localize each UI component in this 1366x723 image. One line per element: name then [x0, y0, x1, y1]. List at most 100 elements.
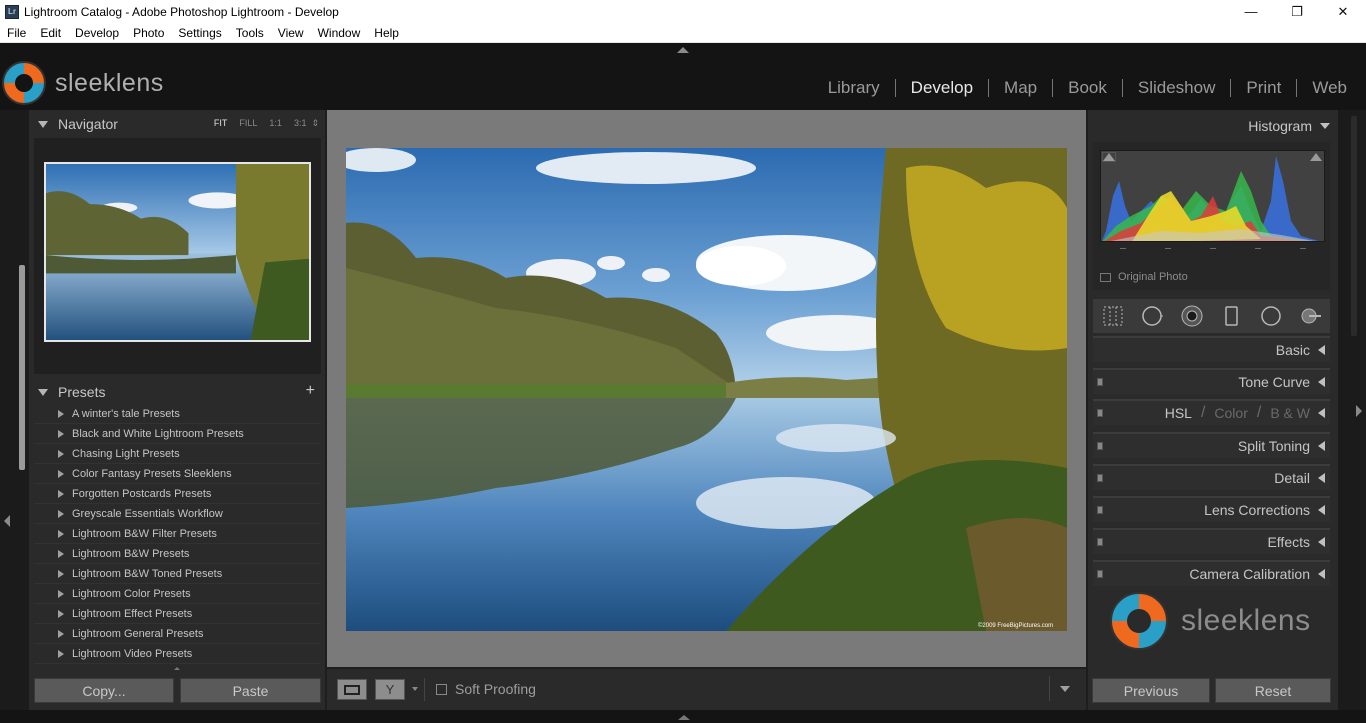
zoom-fit[interactable]: FIT — [214, 118, 228, 129]
bw-tab[interactable]: B & W — [1270, 405, 1310, 421]
soft-proofing-checkbox[interactable] — [436, 684, 447, 695]
toolbar-content-menu[interactable] — [1049, 676, 1079, 701]
expand-triangle-icon — [1318, 345, 1325, 355]
preset-folder[interactable]: Color Fantasy Presets Sleeklens — [34, 464, 321, 484]
close-button[interactable]: ✕ — [1320, 0, 1366, 23]
section-detail[interactable]: Detail — [1093, 464, 1330, 490]
navigator-header[interactable]: Navigator FIT FILL 1:1 3:1 ⇕ — [29, 110, 325, 138]
preset-folder-label: Black and White Lightroom Presets — [72, 427, 244, 440]
photo-watermark: ©2009 FreeBigPictures.com — [978, 622, 1053, 629]
maximize-button[interactable]: ❐ — [1274, 0, 1320, 23]
zoom-fill[interactable]: FILL — [239, 118, 257, 129]
left-panel-scrollbar[interactable] — [19, 265, 25, 470]
section-lens-corrections[interactable]: Lens Corrections — [1093, 496, 1330, 522]
preset-folder[interactable]: Forgotten Postcards Presets — [34, 484, 321, 504]
module-print[interactable]: Print — [1231, 78, 1296, 98]
previous-button[interactable]: Previous — [1092, 678, 1210, 703]
radial-filter-icon[interactable] — [1260, 305, 1282, 327]
section-basic[interactable]: Basic — [1093, 336, 1330, 362]
module-book[interactable]: Book — [1053, 78, 1122, 98]
section-split-toning-label: Split Toning — [1237, 438, 1310, 454]
collapse-top-panel-icon[interactable] — [677, 47, 689, 53]
panel-switch-icon[interactable] — [1097, 538, 1103, 546]
section-effects[interactable]: Effects — [1093, 528, 1330, 554]
preset-folder[interactable]: Black and White Lightroom Presets — [34, 424, 321, 444]
navigator-thumbnail[interactable] — [44, 162, 311, 342]
adjustment-brush-icon[interactable] — [1299, 305, 1322, 327]
graduated-filter-icon[interactable] — [1220, 305, 1242, 327]
panel-switch-icon[interactable] — [1097, 506, 1103, 514]
expand-filmstrip-icon[interactable] — [678, 715, 690, 720]
zoom-3-1[interactable]: 3:1 — [294, 118, 307, 129]
expand-triangle-icon — [58, 629, 64, 638]
spot-removal-icon[interactable] — [1141, 305, 1164, 327]
color-tab[interactable]: Color — [1214, 405, 1247, 421]
module-library[interactable]: Library — [813, 78, 895, 98]
section-detail-label: Detail — [1274, 470, 1310, 486]
menu-view[interactable]: View — [271, 26, 311, 40]
left-panel: Navigator FIT FILL 1:1 3:1 ⇕ Presets + A… — [29, 110, 325, 710]
original-photo-checkbox[interactable] — [1100, 272, 1111, 282]
preset-folder[interactable]: Greyscale Essentials Workflow — [34, 504, 321, 524]
menu-photo[interactable]: Photo — [126, 26, 171, 40]
expand-triangle-icon — [58, 569, 64, 578]
panel-switch-icon[interactable] — [1097, 409, 1103, 417]
before-after-button[interactable]: Y — [375, 679, 405, 700]
menu-settings[interactable]: Settings — [171, 26, 228, 40]
preset-folder[interactable]: Lightroom Color Presets — [34, 584, 321, 604]
lightroom-app-icon: Lr — [5, 4, 19, 19]
menu-help[interactable]: Help — [367, 26, 406, 40]
preset-folder[interactable]: A winter's tale Presets — [34, 404, 321, 424]
zoom-menu-icon[interactable]: ⇕ — [311, 118, 319, 129]
section-camera-calibration[interactable]: Camera Calibration — [1093, 560, 1330, 586]
preset-folder-label: Greyscale Essentials Workflow — [72, 507, 223, 520]
preset-folder[interactable]: Lightroom General Presets — [34, 624, 321, 644]
copy-settings-button[interactable]: Copy... — [34, 678, 174, 703]
collapse-right-panel-icon[interactable] — [1356, 405, 1362, 417]
red-eye-icon[interactable] — [1181, 305, 1203, 327]
hsl-tab[interactable]: HSL — [1165, 405, 1192, 421]
panel-switch-icon[interactable] — [1097, 474, 1103, 482]
module-slideshow[interactable]: Slideshow — [1123, 78, 1231, 98]
section-hsl[interactable]: HSL / Color / B & W — [1093, 399, 1330, 425]
reset-button[interactable]: Reset — [1215, 678, 1331, 703]
right-panel-scrollbar[interactable] — [1351, 116, 1357, 336]
preset-folder[interactable]: Lightroom B&W Toned Presets — [34, 564, 321, 584]
module-develop[interactable]: Develop — [896, 78, 988, 98]
original-photo-toggle[interactable]: Original Photo — [1100, 271, 1188, 283]
preset-folder[interactable]: Chasing Light Presets — [34, 444, 321, 464]
add-preset-icon[interactable]: + — [306, 382, 315, 400]
panel-switch-icon[interactable] — [1097, 570, 1103, 578]
before-after-menu-icon[interactable] — [412, 687, 418, 691]
zoom-1-1[interactable]: 1:1 — [269, 118, 282, 129]
panel-switch-icon[interactable] — [1097, 442, 1103, 450]
crop-overlay-icon[interactable] — [1102, 305, 1124, 327]
loupe-view-button[interactable] — [337, 679, 367, 700]
module-web[interactable]: Web — [1297, 78, 1362, 98]
menu-develop[interactable]: Develop — [68, 26, 126, 40]
histogram-header[interactable]: Histogram — [1248, 118, 1330, 134]
presets-header[interactable]: Presets + — [29, 378, 325, 406]
paste-settings-button[interactable]: Paste — [180, 678, 321, 703]
section-tone-curve[interactable]: Tone Curve — [1093, 368, 1330, 394]
preset-folder[interactable]: Lightroom Effect Presets — [34, 604, 321, 624]
menu-edit[interactable]: Edit — [33, 26, 68, 40]
menu-tools[interactable]: Tools — [229, 26, 271, 40]
collapse-triangle-icon — [38, 120, 48, 128]
preset-folder[interactable]: Lightroom B&W Presets — [34, 544, 321, 564]
photo-preview[interactable]: ©2009 FreeBigPictures.com — [346, 148, 1067, 631]
preset-folder[interactable]: Lightroom Video Presets — [34, 644, 321, 664]
section-split-toning[interactable]: Split Toning — [1093, 432, 1330, 458]
menu-file[interactable]: File — [0, 26, 33, 40]
highlight-clipping-icon[interactable] — [1310, 153, 1322, 161]
menu-window[interactable]: Window — [311, 26, 368, 40]
preset-folder-label: Chasing Light Presets — [72, 447, 180, 460]
shadow-clipping-icon[interactable] — [1102, 152, 1116, 162]
collapse-left-panel-icon[interactable] — [4, 515, 10, 527]
minimize-button[interactable]: — — [1228, 0, 1274, 23]
module-map[interactable]: Map — [989, 78, 1052, 98]
histogram-graph[interactable] — [1100, 150, 1325, 242]
preset-folder[interactable]: Lightroom B&W Filter Presets — [34, 524, 321, 544]
panel-switch-icon[interactable] — [1097, 378, 1103, 386]
scroll-up-icon[interactable] — [174, 667, 180, 670]
